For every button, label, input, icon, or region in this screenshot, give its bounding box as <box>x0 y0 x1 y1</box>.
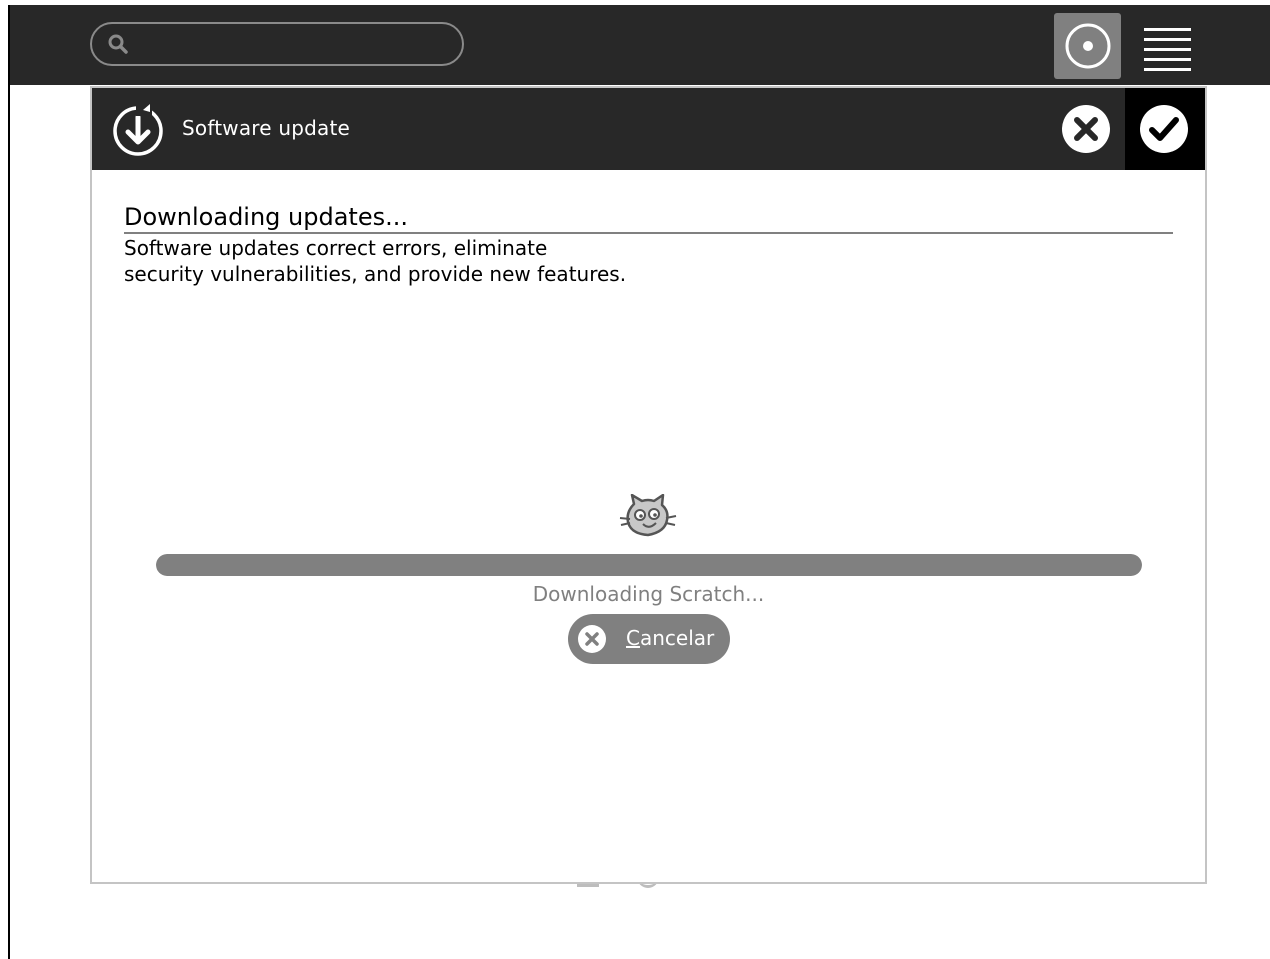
dialog-header: Software update <box>92 88 1205 170</box>
activity-view-button[interactable] <box>1054 13 1121 79</box>
close-circle-icon <box>578 625 606 653</box>
scratch-cat-icon <box>619 494 677 537</box>
dialog-title: Software update <box>182 116 350 140</box>
software-update-dialog: Software update Downloading updates... S… <box>90 86 1207 884</box>
cancel-mnemonic: C <box>626 626 640 650</box>
search-input[interactable] <box>90 22 464 66</box>
progress-label: Downloading Scratch... <box>532 582 765 606</box>
cancel-label-rest: ancelar <box>639 626 715 650</box>
dialog-ok-button[interactable] <box>1125 88 1205 170</box>
update-download-icon <box>113 102 163 156</box>
search-icon <box>108 34 128 54</box>
background-item <box>577 884 599 887</box>
window-edge <box>8 5 10 959</box>
cancel-download-button[interactable]: Cancelar <box>568 614 730 664</box>
cancel-download-label: Cancelar <box>626 626 714 650</box>
close-circle-icon <box>1062 105 1110 153</box>
menu-button[interactable] <box>1134 13 1201 79</box>
update-description: Software updates correct errors, elimina… <box>124 236 627 286</box>
hamburger-menu-icon <box>1144 28 1191 71</box>
download-progress-bar <box>156 554 1142 576</box>
activity-circle-icon <box>1065 23 1111 69</box>
page-heading: Downloading updates... <box>124 202 1173 234</box>
progress-fill <box>156 554 1142 576</box>
dialog-cancel-button[interactable] <box>1045 88 1125 170</box>
sugar-desktop: Software update Downloading updates... S… <box>0 0 1270 959</box>
checkmark-circle-icon <box>1140 105 1188 153</box>
top-toolbar <box>10 5 1270 85</box>
